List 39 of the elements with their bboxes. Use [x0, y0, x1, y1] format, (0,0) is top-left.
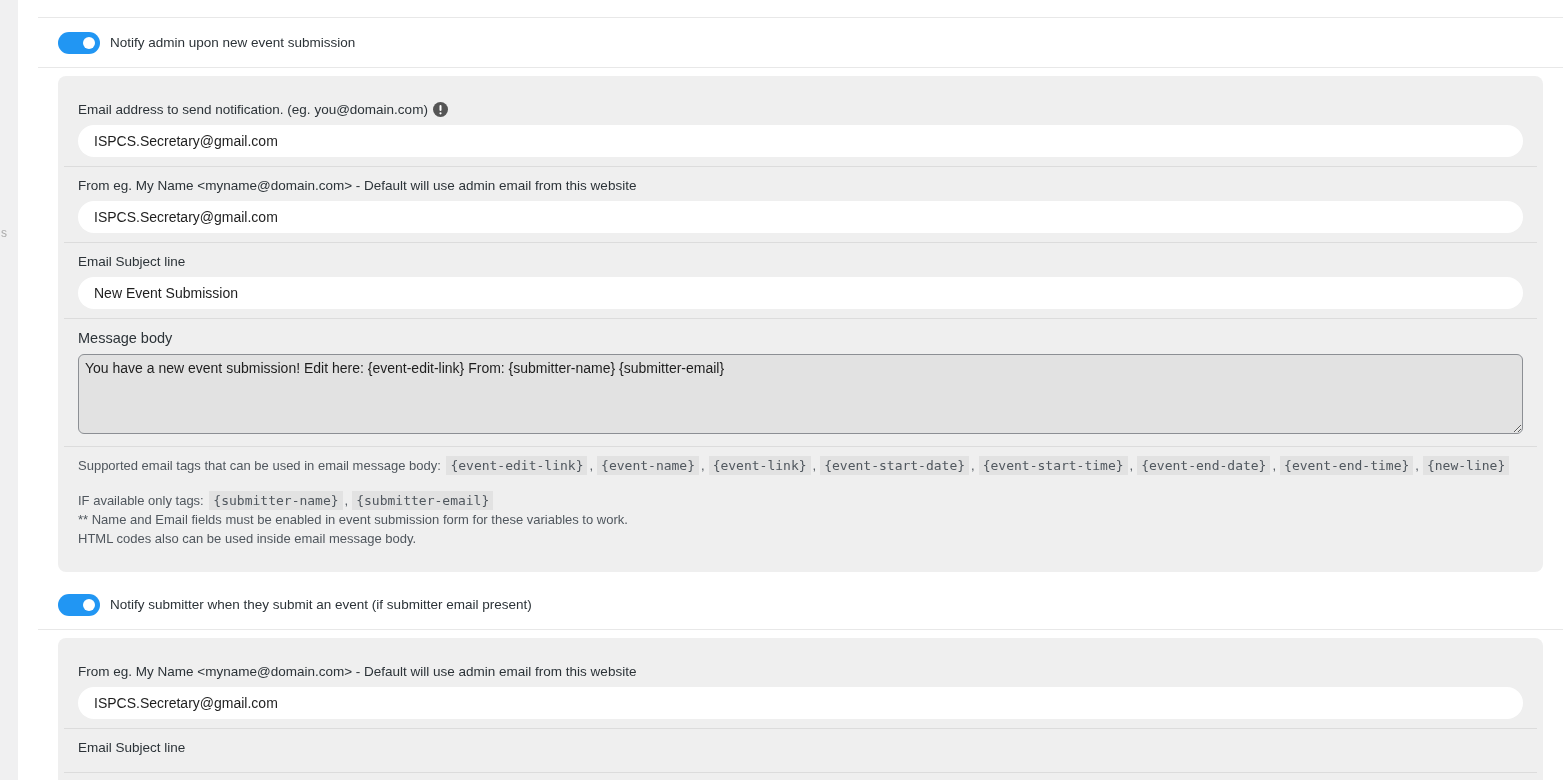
separator-text: ,: [971, 458, 975, 473]
email-tag: {event-start-date}: [820, 456, 970, 475]
email-tag: {event-end-date}: [1137, 456, 1271, 475]
separator-text: ,: [812, 458, 817, 473]
toggle-label: Notify admin upon new event submission: [110, 35, 356, 50]
separator-text: ,: [1272, 458, 1277, 473]
help-text: Supported email tags that can be used in email message body:: [78, 458, 441, 473]
toggle-label: Notify submitter when they submit an event (if submitter email present): [110, 597, 532, 612]
separator-text: ,: [1415, 458, 1419, 473]
sidebar-text: s: [1, 226, 7, 240]
field-label: From eg. My Name <myname@domain.com> - Default will use admin email from this website: [78, 178, 637, 193]
text-input[interactable]: ISPCS.Secretary@gmail.com: [78, 125, 1523, 157]
email-tag: {event-start-time}: [978, 456, 1128, 475]
field-label: Message body: [78, 330, 173, 346]
help-note: ** Name and Email fields must be enabled in event submission form for these variables to work.: [78, 511, 629, 529]
field-label: Email Subject line: [78, 254, 186, 269]
email-tag: {new-line}: [1422, 456, 1510, 475]
separator-text: ,: [344, 493, 349, 508]
field-label: Email address to send notification. (eg. you@domain.com): [78, 102, 428, 117]
separator-text: ,: [1129, 458, 1134, 473]
email-tag: {event-link}: [708, 456, 811, 475]
email-tag: {event-name}: [597, 456, 699, 475]
info-icon[interactable]: [432, 102, 448, 117]
email-tag: {event-end-time}: [1280, 456, 1414, 475]
separator-text: ,: [589, 458, 594, 473]
toggle-switch[interactable]: [58, 31, 100, 54]
text-input[interactable]: ISPCS.Secretary@gmail.com: [78, 687, 1523, 719]
help-text: IF available only tags:: [78, 493, 204, 508]
email-tag: {event-edit-link}: [446, 456, 588, 475]
text-input[interactable]: ISPCS.Secretary@gmail.com: [78, 201, 1523, 233]
toggle-switch[interactable]: [58, 593, 100, 616]
message-textarea[interactable]: You have a new event submission! Edit here: {event-edit-link} From: {submitter-name} {submitter-email}: [78, 354, 1523, 434]
field-label: Email Subject line: [78, 740, 186, 755]
separator-text: ,: [701, 458, 705, 473]
email-tag: {submitter-email}: [352, 491, 494, 510]
help-note: HTML codes also can be used inside email message body.: [78, 530, 418, 548]
email-tag: {submitter-name}: [209, 491, 343, 510]
text-input[interactable]: New Event Submission: [78, 277, 1523, 309]
field-label: From eg. My Name <myname@domain.com> - Default will use admin email from this website: [78, 664, 637, 679]
